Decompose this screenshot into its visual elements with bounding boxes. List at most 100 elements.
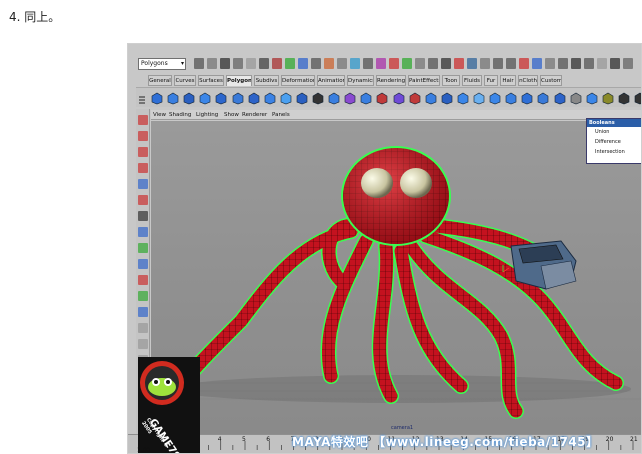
- status-tool-icon[interactable]: [610, 58, 620, 69]
- shelf-tool-icon[interactable]: [214, 90, 228, 105]
- shelf-tool-icon[interactable]: [408, 90, 422, 105]
- shelf-tool-icon[interactable]: [166, 90, 180, 105]
- status-tool-icon[interactable]: [428, 58, 438, 69]
- toolbox-tool-icon[interactable]: [138, 131, 148, 141]
- shelf-tool-icon[interactable]: [247, 90, 261, 105]
- status-tool-icon[interactable]: [220, 58, 230, 69]
- status-tool-icon[interactable]: [415, 58, 425, 69]
- shelf-tool-icon[interactable]: [504, 90, 518, 105]
- shelf-tool-icon[interactable]: [440, 90, 454, 105]
- status-tool-icon[interactable]: [389, 58, 399, 69]
- shelf-tool-icon[interactable]: [375, 90, 389, 105]
- viewport-menu-renderer[interactable]: Renderer: [242, 110, 267, 120]
- status-tool-icon[interactable]: [441, 58, 451, 69]
- status-tool-icon[interactable]: [545, 58, 555, 69]
- shelf-tool-icon[interactable]: [198, 90, 212, 105]
- shelf-tab-curves[interactable]: Curves: [174, 75, 196, 86]
- shelf-tab-polygons[interactable]: Polygons: [226, 75, 252, 86]
- shelf-tab-general[interactable]: General: [148, 75, 172, 86]
- shelf-tool-icon[interactable]: [263, 90, 277, 105]
- toolbox-tool-icon[interactable]: [138, 307, 148, 317]
- shelf-tool-icon[interactable]: [617, 90, 631, 105]
- status-tool-icon[interactable]: [467, 58, 477, 69]
- shelf-tab-dynamics[interactable]: Dynamics: [347, 75, 374, 86]
- shelf-tool-icon[interactable]: [633, 90, 641, 105]
- shelf-tool-icon[interactable]: [311, 90, 325, 105]
- status-tool-icon[interactable]: [584, 58, 594, 69]
- shelf-tool-icon[interactable]: [424, 90, 438, 105]
- toolbox-tool-icon[interactable]: [138, 275, 148, 285]
- status-tool-icon[interactable]: [272, 58, 282, 69]
- booleans-union[interactable]: Union: [587, 127, 641, 137]
- shelf-tool-icon[interactable]: [327, 90, 341, 105]
- shelf-tool-icon[interactable]: [472, 90, 486, 105]
- status-tool-icon[interactable]: [558, 58, 568, 69]
- status-tool-icon[interactable]: [519, 58, 529, 69]
- toolbox-tool-icon[interactable]: [138, 243, 148, 253]
- shelf-tab-animation[interactable]: Animation: [317, 75, 345, 86]
- status-tool-icon[interactable]: [623, 58, 633, 69]
- toolbox-tool-icon[interactable]: [138, 323, 148, 333]
- shelf-menu-icon[interactable]: [138, 92, 146, 104]
- status-tool-icon[interactable]: [454, 58, 464, 69]
- status-tool-icon[interactable]: [311, 58, 321, 69]
- shelf-tab-custom[interactable]: Custom: [540, 75, 562, 86]
- shelf-tool-icon[interactable]: [150, 90, 164, 105]
- shelf-tool-icon[interactable]: [601, 90, 615, 105]
- shelf-tab-rendering[interactable]: Rendering: [376, 75, 406, 86]
- status-tool-icon[interactable]: [597, 58, 607, 69]
- shelf-tool-icon[interactable]: [359, 90, 373, 105]
- shelf-tool-icon[interactable]: [295, 90, 309, 105]
- viewport-menu-show[interactable]: Show: [224, 110, 239, 120]
- toolbox-tool-icon[interactable]: [138, 179, 148, 189]
- shelf-tool-icon[interactable]: [182, 90, 196, 105]
- viewport-menu-shading[interactable]: Shading: [169, 110, 191, 120]
- booleans-difference[interactable]: Difference: [587, 137, 641, 147]
- shelf-tool-icon[interactable]: [536, 90, 550, 105]
- status-tool-icon[interactable]: [207, 58, 217, 69]
- status-tool-icon[interactable]: [532, 58, 542, 69]
- toolbox-tool-icon[interactable]: [138, 115, 148, 125]
- shelf-tool-icon[interactable]: [456, 90, 470, 105]
- toolbox-tool-icon[interactable]: [138, 227, 148, 237]
- toolbox-tool-icon[interactable]: [138, 147, 148, 157]
- shelf-tab-toon[interactable]: Toon: [442, 75, 460, 86]
- status-tool-icon[interactable]: [259, 58, 269, 69]
- shelf-tab-ncloth[interactable]: nCloth: [518, 75, 538, 86]
- status-tool-icon[interactable]: [350, 58, 360, 69]
- toolbox-tool-icon[interactable]: [138, 259, 148, 269]
- toolbox-tool-icon[interactable]: [138, 291, 148, 301]
- shelf-tab-deformation[interactable]: Deformation: [281, 75, 315, 86]
- shelf-tab-subdivs[interactable]: Subdivs: [254, 75, 279, 86]
- viewport-menu-panels[interactable]: Panels: [272, 110, 290, 120]
- status-tool-icon[interactable]: [363, 58, 373, 69]
- status-tool-icon[interactable]: [376, 58, 386, 69]
- status-tool-icon[interactable]: [194, 58, 204, 69]
- toolbox-tool-icon[interactable]: [138, 211, 148, 221]
- shelf-tab-fluids[interactable]: Fluids: [462, 75, 482, 86]
- status-tool-icon[interactable]: [506, 58, 516, 69]
- shelf-tool-icon[interactable]: [231, 90, 245, 105]
- status-tool-icon[interactable]: [402, 58, 412, 69]
- shelf-tab-hair[interactable]: Hair: [500, 75, 516, 86]
- booleans-intersection[interactable]: Intersection: [587, 147, 641, 157]
- shelf-tool-icon[interactable]: [392, 90, 406, 105]
- status-tool-icon[interactable]: [233, 58, 243, 69]
- shelf-tab-fur[interactable]: Fur: [484, 75, 498, 86]
- status-tool-icon[interactable]: [480, 58, 490, 69]
- shelf-tool-icon[interactable]: [585, 90, 599, 105]
- status-tool-icon[interactable]: [337, 58, 347, 69]
- toolbox-tool-icon[interactable]: [138, 339, 148, 349]
- status-tool-icon[interactable]: [246, 58, 256, 69]
- viewport-menu-lighting[interactable]: Lighting: [196, 110, 218, 120]
- status-tool-icon[interactable]: [298, 58, 308, 69]
- shelf-tool-icon[interactable]: [569, 90, 583, 105]
- toolbox-tool-icon[interactable]: [138, 163, 148, 173]
- shelf-tab-painteffects[interactable]: PaintEffects: [408, 75, 440, 86]
- perspective-viewport[interactable]: camera1: [151, 121, 641, 434]
- shelf-tool-icon[interactable]: [553, 90, 567, 105]
- status-tool-icon[interactable]: [285, 58, 295, 69]
- mode-select[interactable]: Polygons ▾: [138, 58, 186, 70]
- shelf-tool-icon[interactable]: [343, 90, 357, 105]
- shelf-tool-icon[interactable]: [520, 90, 534, 105]
